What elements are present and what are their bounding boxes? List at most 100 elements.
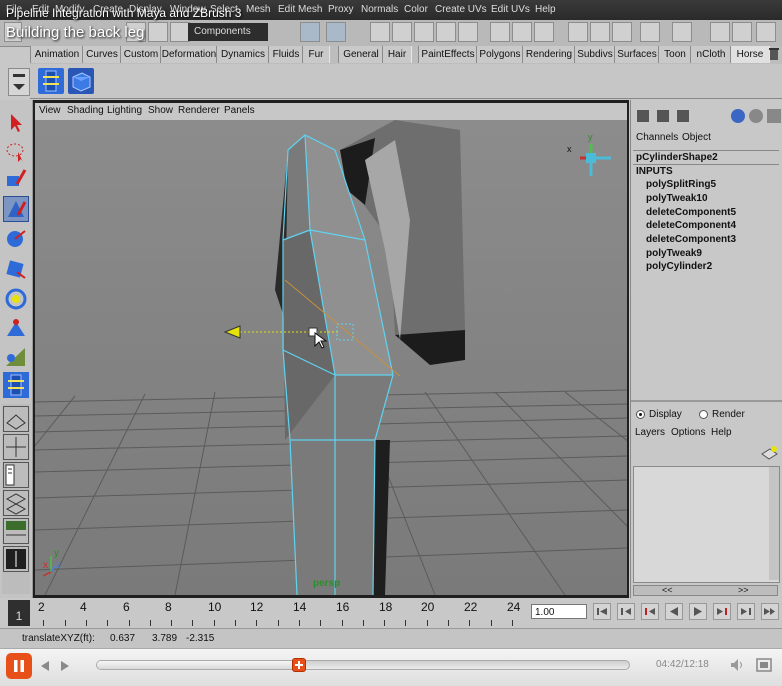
move-tool-icon[interactable] <box>3 226 29 252</box>
snap-curve-icon[interactable] <box>392 22 412 42</box>
step-forward-frame-button[interactable] <box>737 603 755 620</box>
select-object-icon[interactable] <box>148 22 168 42</box>
previous-icon[interactable] <box>38 659 52 673</box>
select-component-icon[interactable] <box>170 22 190 42</box>
render-settings-icon[interactable] <box>612 22 632 42</box>
channel-box-toggle-icon[interactable] <box>756 22 776 42</box>
render-frame-icon[interactable] <box>568 22 588 42</box>
fullscreen-icon[interactable] <box>756 658 772 672</box>
layout-outliner-icon[interactable] <box>3 462 29 488</box>
help-menu[interactable]: Help <box>711 427 732 438</box>
layout-persp-graph-icon[interactable] <box>3 490 29 516</box>
layout-single-icon[interactable] <box>3 406 29 432</box>
menu-edit-mesh[interactable]: Edit Mesh <box>278 4 322 15</box>
menu-create-uvs[interactable]: Create UVs <box>435 4 487 15</box>
tab-ncloth[interactable]: nCloth <box>690 46 732 63</box>
go-to-start-button[interactable] <box>593 603 611 620</box>
pause-button[interactable] <box>6 653 32 679</box>
layout-four-icon[interactable] <box>3 434 29 460</box>
tab-fur[interactable]: Fur <box>302 46 330 63</box>
new-layer-icon[interactable] <box>759 444 779 462</box>
input-node[interactable]: polySplitRing5 <box>646 179 716 190</box>
panel-menu-show[interactable]: Show <box>148 105 173 116</box>
tab-surfaces[interactable]: Surfaces <box>614 46 660 63</box>
current-frame-field[interactable]: 1.00 <box>531 604 587 619</box>
channel-box-tab-channels[interactable]: Channels <box>636 132 678 143</box>
view-cube[interactable] <box>580 144 611 176</box>
step-forward-key-button[interactable] <box>713 603 731 620</box>
input-node[interactable]: deleteComponent5 <box>646 207 736 218</box>
tab-hair[interactable]: Hair <box>382 46 412 63</box>
attribute-editor-icon[interactable] <box>710 22 730 42</box>
tab-rendering[interactable]: Rendering <box>522 46 576 63</box>
output-ops-icon[interactable] <box>512 22 532 42</box>
tab-animation[interactable]: Animation <box>30 46 84 63</box>
ipr-render-icon[interactable] <box>590 22 610 42</box>
panel-menu-renderer[interactable]: Renderer <box>178 105 220 116</box>
menu-normals[interactable]: Normals <box>361 4 398 15</box>
soft-mod-tool-icon[interactable] <box>3 344 29 370</box>
manipulator-tool-icon[interactable] <box>3 316 29 342</box>
perspective-viewport[interactable]: x y x y z persp <box>35 120 627 595</box>
rotate-tool-icon[interactable] <box>3 256 29 282</box>
layout-graph-icon[interactable] <box>3 546 29 572</box>
panel-menu-shading[interactable]: Shading <box>67 105 104 116</box>
input-node[interactable]: deleteComponent4 <box>646 220 736 231</box>
current-frame-marker[interactable]: 1 <box>8 600 30 626</box>
tab-polygons[interactable]: Polygons <box>476 46 524 63</box>
volume-icon[interactable] <box>730 658 746 672</box>
tab-subdivs[interactable]: Subdivs <box>574 46 616 63</box>
next-icon[interactable] <box>58 659 72 673</box>
sculpt-tool-icon[interactable] <box>3 196 29 222</box>
step-back-frame-button[interactable] <box>617 603 635 620</box>
dynamics-icon[interactable] <box>731 109 745 123</box>
tab-painteffects[interactable]: PaintEffects <box>418 46 478 63</box>
tab-dynamics[interactable]: Dynamics <box>216 46 270 63</box>
input-node[interactable]: deleteComponent3 <box>646 234 736 245</box>
scale-tool-icon[interactable] <box>3 286 29 312</box>
input-node[interactable]: polyCylinder2 <box>646 261 712 272</box>
scroll-left-arrow[interactable]: << <box>662 585 673 595</box>
input-ops-icon[interactable] <box>490 22 510 42</box>
step-back-key-button[interactable] <box>641 603 659 620</box>
shape-node-name[interactable]: pCylinderShape2 <box>636 152 718 163</box>
pick-mask-icon[interactable] <box>300 22 320 42</box>
tab-toon[interactable]: Toon <box>658 46 692 63</box>
tab-fluids[interactable]: Fluids <box>268 46 304 63</box>
cb-horizontal-scroll[interactable]: << >> <box>633 585 778 596</box>
paint-select-tool-icon[interactable] <box>3 166 29 192</box>
display-radio[interactable] <box>636 410 645 419</box>
play-forwards-button[interactable] <box>689 603 707 620</box>
render-icon[interactable] <box>749 109 763 123</box>
menu-edit-uvs[interactable]: Edit UVs <box>491 4 530 15</box>
channel-box-layout-icon[interactable] <box>637 110 649 122</box>
tab-horse[interactable]: Horse <box>730 46 770 63</box>
panel-menu-view[interactable]: View <box>39 105 61 116</box>
input-line-icon[interactable] <box>672 22 692 42</box>
scroll-right-arrow[interactable]: >> <box>738 585 749 595</box>
channel-layer-separator[interactable] <box>631 400 782 402</box>
component-mask-icon[interactable] <box>326 22 346 42</box>
layout-hypershade-icon[interactable] <box>3 518 29 544</box>
snap-grid-icon[interactable] <box>370 22 390 42</box>
shelf-poly-tool-icon[interactable] <box>38 68 64 94</box>
construction-history-icon[interactable] <box>534 22 554 42</box>
tool-settings-icon[interactable] <box>732 22 752 42</box>
go-to-end-button[interactable] <box>761 603 779 620</box>
lasso-tool-icon[interactable] <box>3 138 29 164</box>
menu-mesh[interactable]: Mesh <box>246 4 270 15</box>
channel-box-tab-object[interactable]: Object <box>682 132 711 143</box>
video-progress-thumb[interactable] <box>292 658 306 672</box>
shelf-menu-button[interactable] <box>8 68 30 96</box>
tab-custom[interactable]: Custom <box>120 46 162 63</box>
menu-help[interactable]: Help <box>535 4 556 15</box>
panel-menu-panels[interactable]: Panels <box>224 105 255 116</box>
menu-proxy[interactable]: Proxy <box>328 4 354 15</box>
hypershade-icon[interactable] <box>640 22 660 42</box>
panel-menu-lighting[interactable]: Lighting <box>107 105 142 116</box>
render-radio[interactable] <box>699 410 708 419</box>
select-tool-icon[interactable] <box>3 110 29 136</box>
tab-curves[interactable]: Curves <box>82 46 122 63</box>
make-live-icon[interactable] <box>458 22 478 42</box>
shelf-cube-icon[interactable] <box>68 68 94 94</box>
